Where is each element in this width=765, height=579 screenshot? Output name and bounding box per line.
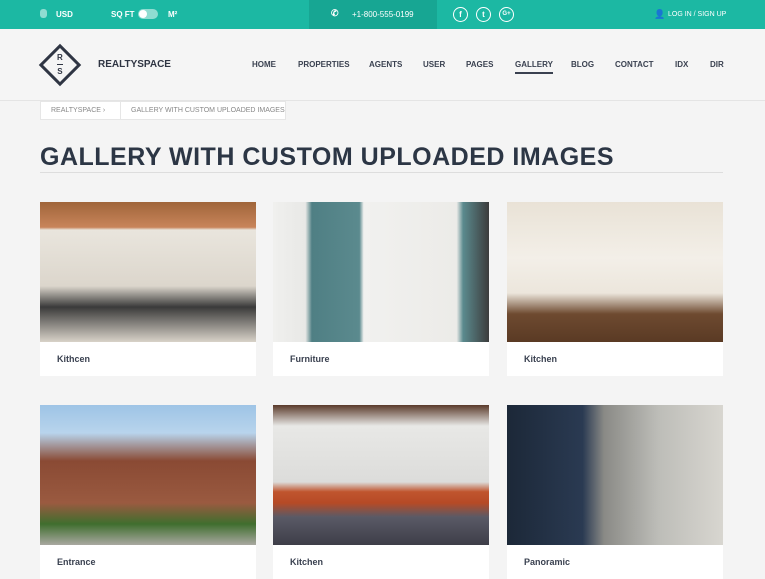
gallery-image[interactable] xyxy=(507,202,723,342)
gallery-label: Entrance xyxy=(57,557,96,567)
nav-properties[interactable]: PROPERTIES xyxy=(298,60,350,69)
nav-dir[interactable]: DIR xyxy=(710,60,724,69)
gallery-image[interactable] xyxy=(273,405,489,545)
phone-number[interactable]: +1-800-555-0199 xyxy=(352,10,414,19)
gallery-label: Kitchen xyxy=(290,557,324,567)
nav-gallery[interactable]: GALLERY xyxy=(515,60,553,74)
nav-home[interactable]: HOME xyxy=(252,60,276,69)
title-divider xyxy=(40,172,723,173)
gallery-label: Kitchen xyxy=(524,354,558,364)
login-link[interactable]: LOG IN / SIGN UP xyxy=(668,11,726,18)
google-plus-icon[interactable]: G+ xyxy=(499,7,514,22)
nav-user[interactable]: USER xyxy=(423,60,445,69)
gallery-image[interactable] xyxy=(40,202,256,342)
gallery-item[interactable]: Kitchen xyxy=(273,405,489,579)
nav-pages[interactable]: PAGES xyxy=(466,60,493,69)
header: RS REALTYSPACE HOME PROPERTIES AGENTS US… xyxy=(0,29,765,101)
gallery-image[interactable] xyxy=(273,202,489,342)
nav-agents[interactable]: AGENTS xyxy=(369,60,402,69)
gallery-item[interactable]: Furniture xyxy=(273,202,489,376)
twitter-icon[interactable]: t xyxy=(476,7,491,22)
user-icon: 👤 xyxy=(654,9,666,19)
phone-block: ✆ +1-800-555-0199 xyxy=(309,0,437,29)
unit-right-label: M² xyxy=(168,10,178,19)
nav-contact[interactable]: CONTACT xyxy=(615,60,654,69)
brand-name[interactable]: REALTYSPACE xyxy=(98,59,171,70)
breadcrumb-current: GALLERY WITH CUSTOM UPLOADED IMAGES xyxy=(120,101,286,120)
currency-selector[interactable]: USD xyxy=(56,10,73,19)
gallery-item[interactable]: Kitchen xyxy=(507,202,723,376)
facebook-icon[interactable]: f xyxy=(453,7,468,22)
nav-idx[interactable]: IDX xyxy=(675,60,688,69)
phone-icon: ✆ xyxy=(331,8,339,18)
breadcrumb-home[interactable]: REALTYSPACE › xyxy=(40,101,121,120)
nav-blog[interactable]: BLOG xyxy=(571,60,594,69)
gallery-image[interactable] xyxy=(40,405,256,545)
unit-toggle[interactable] xyxy=(138,9,158,19)
gallery-label: Kithcen xyxy=(57,354,91,364)
gallery-label: Panoramic xyxy=(524,557,571,567)
gallery-item[interactable]: Kithcen xyxy=(40,202,256,376)
unit-left-label: SQ FT xyxy=(111,10,135,19)
top-bar: USD SQ FT M² ✆ +1-800-555-0199 f t G+ 👤 … xyxy=(0,0,765,29)
gallery-label: Furniture xyxy=(290,354,330,364)
gallery-image[interactable] xyxy=(507,405,723,545)
logo-letters: RS xyxy=(57,53,63,76)
currency-icon xyxy=(40,9,47,18)
gallery-item[interactable]: Panoramic xyxy=(507,405,723,579)
page-title: GALLERY WITH CUSTOM UPLOADED IMAGES xyxy=(40,143,614,171)
gallery-item[interactable]: Entrance xyxy=(40,405,256,579)
